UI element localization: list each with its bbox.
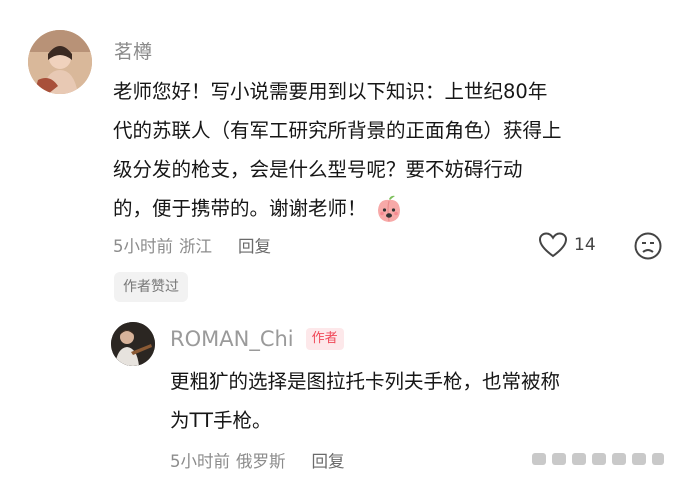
comment-line-4: 的，便于携带的。谢谢老师！ bbox=[113, 197, 367, 220]
heart-outline-icon bbox=[538, 232, 568, 258]
reply-line-2: 为TT手枪。 bbox=[170, 409, 272, 432]
comment-text: 老师您好！写小说需要用到以下知识：上世纪80年 代的苏联人（有军工研究所背景的正… bbox=[113, 72, 673, 228]
comment-line-1: 老师您好！写小说需要用到以下知识：上世纪80年 bbox=[113, 80, 548, 103]
comment-like-button[interactable]: 14 bbox=[538, 232, 596, 258]
comment-like-count: 14 bbox=[574, 235, 596, 255]
author-badge: 作者 bbox=[305, 328, 344, 350]
comment-line-3: 级分发的枪支，会是什么型号呢？要不妨碍行动 bbox=[113, 158, 523, 181]
replier-header: ROMAN_Chi 作者 bbox=[170, 327, 344, 351]
commenter-username[interactable]: 茗樽 bbox=[114, 37, 152, 64]
watermark-logo bbox=[528, 447, 668, 471]
replier-avatar[interactable] bbox=[111, 322, 155, 366]
sad-face-icon[interactable] bbox=[633, 231, 663, 261]
replier-username[interactable]: ROMAN_Chi bbox=[170, 327, 294, 351]
comment-line-2: 代的苏联人（有军工研究所背景的正面角色）获得上 bbox=[113, 119, 562, 142]
comment-reply-button[interactable]: 回复 bbox=[238, 233, 271, 257]
author-liked-tag: 作者赞过 bbox=[114, 272, 188, 302]
comment-meta: 5小时前 浙江 回复 bbox=[113, 233, 271, 257]
reply-location: 俄罗斯 bbox=[236, 452, 286, 471]
reply-time: 5小时前 bbox=[170, 452, 230, 471]
comment-location: 浙江 bbox=[179, 237, 212, 256]
reply-line-1: 更粗犷的选择是图拉托卡列夫手枪，也常被称 bbox=[170, 370, 561, 393]
comment-time: 5小时前 bbox=[113, 237, 173, 256]
reply-reply-button[interactable]: 回复 bbox=[312, 448, 345, 472]
reply-meta: 5小时前 俄罗斯 回复 bbox=[170, 448, 345, 472]
commenter-avatar[interactable] bbox=[28, 30, 92, 94]
peach-emoji-icon bbox=[373, 193, 405, 225]
reply-text: 更粗犷的选择是图拉托卡列夫手枪，也常被称 为TT手枪。 bbox=[170, 362, 670, 440]
